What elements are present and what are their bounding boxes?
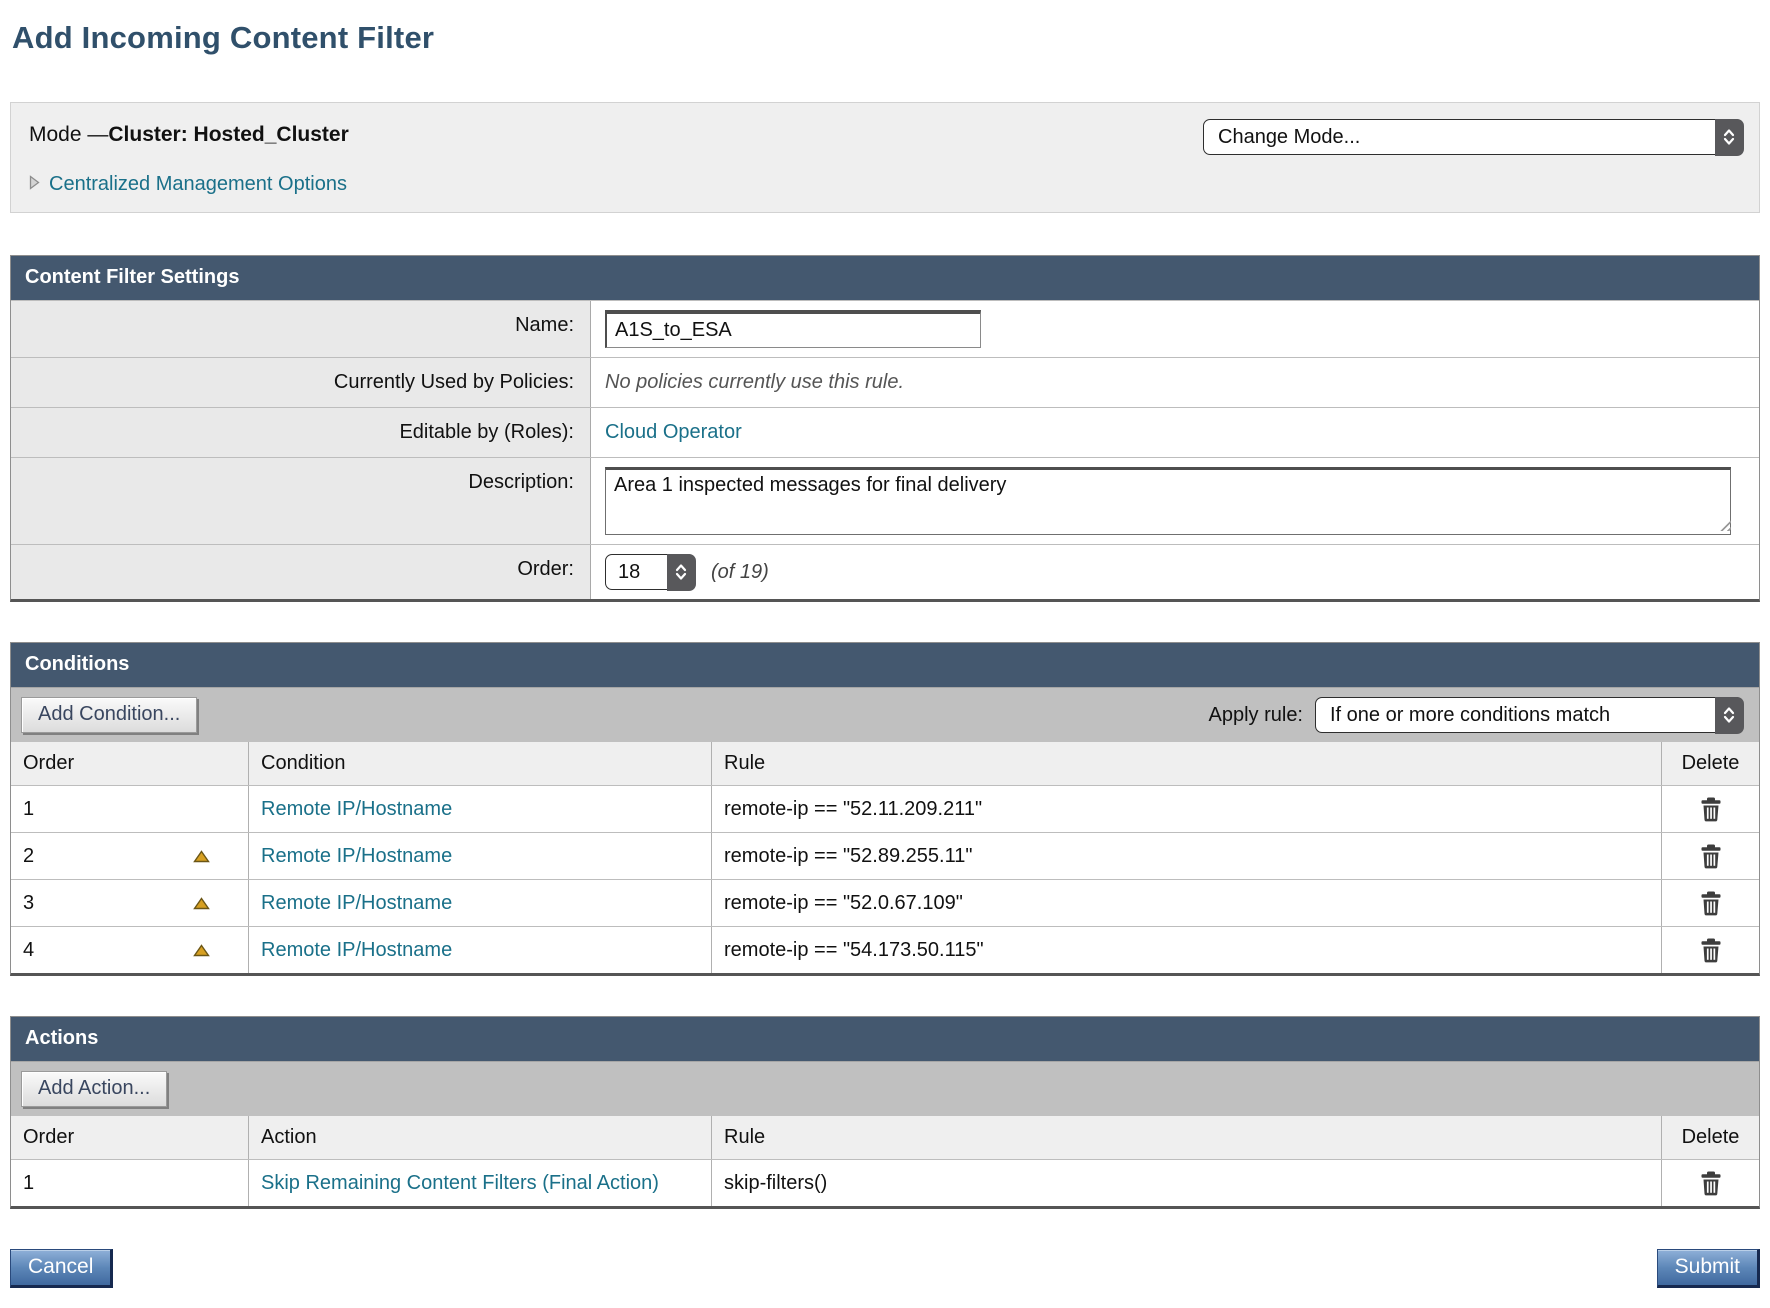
description-textarea[interactable]: Area 1 inspected messages for final deli… bbox=[605, 467, 1731, 535]
apply-rule-select[interactable]: If one or more conditions match bbox=[1315, 697, 1743, 733]
delete-button[interactable] bbox=[1700, 1171, 1722, 1196]
policies-label: Currently Used by Policies: bbox=[11, 358, 591, 407]
col-condition-header: Condition bbox=[249, 742, 712, 785]
condition-order: 4 bbox=[23, 939, 34, 962]
condition-row: 3 Remote IP/Hostname remote-ip == "52.0.… bbox=[11, 879, 1759, 926]
arrow-up-icon bbox=[193, 945, 210, 960]
conditions-toolbar: Add Condition... Apply rule: If one or m… bbox=[11, 687, 1759, 742]
trash-icon bbox=[1700, 904, 1722, 919]
mode-label: Mode bbox=[29, 123, 87, 146]
apply-rule-label: Apply rule: bbox=[1209, 704, 1304, 727]
condition-row: 1 Remote IP/Hostname remote-ip == "52.11… bbox=[11, 785, 1759, 832]
trash-icon bbox=[1700, 857, 1722, 872]
delete-button[interactable] bbox=[1700, 844, 1722, 869]
actions-toolbar: Add Action... bbox=[11, 1061, 1759, 1116]
condition-rule: remote-ip == "54.173.50.115" bbox=[724, 939, 984, 962]
conditions-section: Conditions Add Condition... Apply rule: … bbox=[10, 642, 1760, 976]
move-up-button[interactable] bbox=[193, 850, 210, 863]
move-up-button[interactable] bbox=[193, 944, 210, 957]
name-row: Name: bbox=[11, 300, 1759, 357]
centralized-management-options-link[interactable]: Centralized Management Options bbox=[29, 173, 347, 196]
actions-header: Actions bbox=[11, 1017, 1759, 1061]
action-rule: skip-filters() bbox=[724, 1172, 827, 1195]
change-mode-select[interactable]: Change Mode... bbox=[1203, 119, 1743, 155]
content-filter-settings-section: Content Filter Settings Name: Currently … bbox=[10, 255, 1760, 602]
arrow-up-icon bbox=[193, 851, 210, 866]
condition-row: 2 Remote IP/Hostname remote-ip == "52.89… bbox=[11, 832, 1759, 879]
condition-row: 4 Remote IP/Hostname remote-ip == "54.17… bbox=[11, 926, 1759, 973]
mode-box: Mode —Cluster: Hosted_Cluster Change Mod… bbox=[10, 102, 1760, 213]
condition-order: 2 bbox=[23, 845, 34, 868]
col-order-header: Order bbox=[11, 1116, 249, 1159]
col-delete-header: Delete bbox=[1662, 742, 1759, 785]
description-row: Description: Area 1 inspected messages f… bbox=[11, 457, 1759, 544]
footer: Cancel Submit bbox=[10, 1249, 1760, 1288]
order-row: Order: 18 (of 19) bbox=[11, 544, 1759, 599]
roles-label: Editable by (Roles): bbox=[11, 408, 591, 457]
condition-link[interactable]: Remote IP/Hostname bbox=[261, 843, 452, 869]
col-delete-header: Delete bbox=[1662, 1116, 1759, 1159]
select-spinner-icon bbox=[667, 554, 696, 591]
delete-button[interactable] bbox=[1700, 938, 1722, 963]
add-condition-button[interactable]: Add Condition... bbox=[21, 697, 197, 733]
col-rule-header: Rule bbox=[712, 1116, 1662, 1159]
description-label: Description: bbox=[11, 458, 591, 544]
trash-icon bbox=[1700, 1184, 1722, 1199]
delete-button[interactable] bbox=[1700, 797, 1722, 822]
select-spinner-icon bbox=[1715, 697, 1744, 734]
cancel-button[interactable]: Cancel bbox=[10, 1249, 113, 1288]
action-order: 1 bbox=[23, 1172, 34, 1195]
col-rule-header: Rule bbox=[712, 742, 1662, 785]
action-link[interactable]: Skip Remaining Content Filters (Final Ac… bbox=[261, 1170, 659, 1196]
name-input[interactable] bbox=[605, 310, 981, 348]
condition-link[interactable]: Remote IP/Hostname bbox=[261, 796, 452, 822]
move-up-button[interactable] bbox=[193, 897, 210, 910]
name-label: Name: bbox=[11, 301, 591, 357]
roles-row: Editable by (Roles): Cloud Operator bbox=[11, 407, 1759, 457]
trash-icon bbox=[1700, 951, 1722, 966]
order-total-note: (of 19) bbox=[711, 561, 769, 584]
arrow-up-icon bbox=[193, 898, 210, 913]
col-action-header: Action bbox=[249, 1116, 712, 1159]
mode-value: Cluster: Hosted_Cluster bbox=[108, 123, 348, 146]
name-value-cell bbox=[591, 301, 1759, 357]
submit-button[interactable]: Submit bbox=[1657, 1249, 1760, 1288]
actions-section: Actions Add Action... Order Action Rule … bbox=[10, 1016, 1760, 1209]
centralized-management-options-label: Centralized Management Options bbox=[49, 173, 347, 196]
condition-order: 3 bbox=[23, 892, 34, 915]
change-mode-selected-value: Change Mode... bbox=[1218, 126, 1360, 149]
delete-button[interactable] bbox=[1700, 891, 1722, 916]
condition-link[interactable]: Remote IP/Hostname bbox=[261, 937, 452, 963]
select-spinner-icon bbox=[1715, 119, 1744, 156]
cloud-operator-link[interactable]: Cloud Operator bbox=[605, 421, 742, 444]
expand-triangle-icon bbox=[29, 173, 40, 196]
conditions-header: Conditions bbox=[11, 643, 1759, 687]
order-selected-value: 18 bbox=[618, 561, 640, 584]
order-label: Order: bbox=[11, 545, 591, 599]
condition-link[interactable]: Remote IP/Hostname bbox=[261, 890, 452, 916]
condition-order: 1 bbox=[23, 798, 34, 821]
order-select[interactable]: 18 bbox=[605, 554, 695, 590]
condition-rule: remote-ip == "52.0.67.109" bbox=[724, 892, 963, 915]
content-filter-settings-header: Content Filter Settings bbox=[11, 256, 1759, 300]
conditions-table-header: Order Condition Rule Delete bbox=[11, 742, 1759, 785]
apply-rule-selected-value: If one or more conditions match bbox=[1330, 704, 1610, 727]
mode-separator: — bbox=[87, 123, 108, 146]
trash-icon bbox=[1700, 810, 1722, 825]
condition-rule: remote-ip == "52.89.255.11" bbox=[724, 845, 972, 868]
policies-row: Currently Used by Policies: No policies … bbox=[11, 357, 1759, 407]
condition-rule: remote-ip == "52.11.209.211" bbox=[724, 798, 982, 821]
col-order-header: Order bbox=[11, 742, 249, 785]
action-row: 1 Skip Remaining Content Filters (Final … bbox=[11, 1159, 1759, 1206]
policies-value: No policies currently use this rule. bbox=[605, 371, 904, 394]
page-title: Add Incoming Content Filter bbox=[12, 20, 1760, 56]
add-action-button[interactable]: Add Action... bbox=[21, 1071, 167, 1107]
actions-table-header: Order Action Rule Delete bbox=[11, 1116, 1759, 1159]
